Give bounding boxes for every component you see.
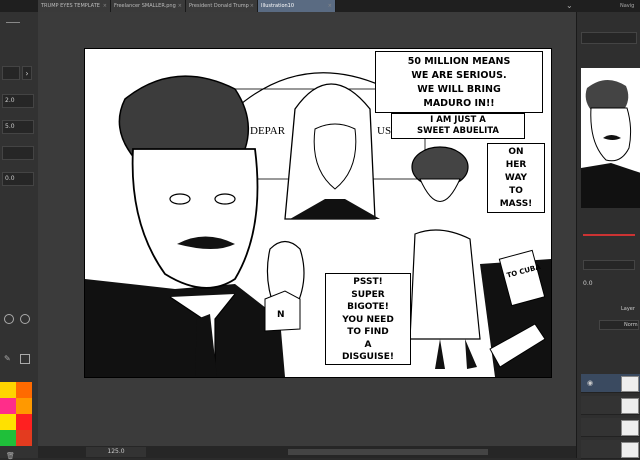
- layer-row-3[interactable]: [581, 418, 640, 437]
- close-icon[interactable]: ×: [250, 0, 254, 12]
- status-bar: 125.0: [38, 446, 576, 458]
- bubble-line: MASS!: [499, 199, 533, 209]
- right-panel: 0.0 Layer Norm ◉: [576, 12, 640, 459]
- bubble-line: WE WILL BRING: [417, 84, 501, 95]
- swatch-1[interactable]: [0, 382, 16, 398]
- opacity-slider[interactable]: [583, 260, 635, 270]
- close-icon[interactable]: ×: [103, 0, 107, 12]
- bubble-line: MADURO IN!!: [423, 98, 495, 109]
- tool-property-panel: › 2.0 5.0 0.0 ✎ 🗑: [0, 12, 39, 460]
- panel-title: Navig: [620, 3, 635, 9]
- bubble-line: BIGOTE!: [347, 302, 389, 312]
- tab-trump-eyes[interactable]: TRUMP EYES TEMPLATE ×: [38, 0, 111, 12]
- chevron-down-icon[interactable]: ⌄: [566, 1, 576, 11]
- tab-illustration10[interactable]: Illustration10 ×: [258, 0, 336, 12]
- layer-row-2[interactable]: [581, 396, 640, 415]
- tab-bar: TRUMP EYES TEMPLATE × Freelancer SMALLER.…: [0, 0, 640, 12]
- bubble-line: DISGUISE!: [341, 352, 395, 362]
- close-icon[interactable]: ×: [328, 0, 332, 12]
- bubble-line: SUPER: [351, 289, 385, 300]
- shirt-text: N: [277, 310, 285, 320]
- swatch-2[interactable]: [16, 382, 32, 398]
- layer-thumbnail: [621, 398, 639, 414]
- trash-icon[interactable]: 🗑: [6, 452, 15, 460]
- zoom-field[interactable]: 125.0: [86, 447, 146, 457]
- swatch-5[interactable]: [0, 414, 16, 430]
- blend-mode-select[interactable]: Norm: [599, 320, 639, 330]
- layer-thumbnail: [621, 376, 639, 392]
- chevron-right-icon[interactable]: ›: [22, 66, 32, 80]
- swatch-3[interactable]: [0, 398, 16, 414]
- field-value: 5.0: [5, 123, 15, 130]
- eye-icon[interactable]: ◉: [587, 379, 595, 387]
- bubble-line: A: [364, 339, 372, 350]
- clock-icon[interactable]: [4, 314, 14, 324]
- speech-bubble-2: I AM JUST A SWEET ABUELITA: [391, 113, 525, 139]
- brush-size-box[interactable]: [2, 66, 20, 80]
- artboard[interactable]: DEPAR US TO CUBA N 50 MILLION MEANS WE A…: [84, 48, 552, 378]
- layer-row-1[interactable]: ◉: [581, 374, 640, 393]
- bubble-line: YOU NEED: [342, 314, 394, 325]
- building-text-2: US: [377, 125, 391, 137]
- navigator-field[interactable]: [581, 32, 637, 44]
- bubble-line: WAY: [504, 173, 528, 183]
- bubble-line: HER: [505, 160, 527, 170]
- bubble-line: TO: [509, 186, 523, 196]
- property-field-1[interactable]: 2.0: [2, 94, 34, 108]
- zoom-value: 125.0: [107, 448, 125, 455]
- canvas-area: DEPAR US TO CUBA N 50 MILLION MEANS WE A…: [38, 12, 576, 446]
- bubble-line: 50 MILLION MEANS: [407, 56, 511, 67]
- divider: [6, 22, 20, 33]
- tab-label: Freelancer SMALLER.png: [114, 3, 176, 9]
- bubble-line: WE ARE SERIOUS.: [411, 70, 507, 81]
- bubble-line: I AM JUST A: [430, 115, 486, 125]
- bubble-line: PSST!: [353, 277, 383, 287]
- swatch-6[interactable]: [16, 414, 32, 430]
- wrench-icon[interactable]: ✎: [4, 354, 14, 364]
- navigator-thumbnail: [581, 68, 640, 208]
- speech-bubble-3: ON HER WAY TO MASS!: [487, 143, 545, 213]
- field-value: 2.0: [5, 97, 15, 104]
- opacity-value: 0.0: [583, 280, 593, 287]
- blend-mode-value: Norm: [624, 322, 638, 328]
- building-text: DEPAR: [250, 125, 286, 137]
- speech-bubble-1: 50 MILLION MEANS WE ARE SERIOUS. WE WILL…: [375, 51, 543, 113]
- tab-president[interactable]: President Donald Trump ×: [186, 0, 258, 12]
- field-value: 0.0: [5, 175, 15, 182]
- layer-row-4[interactable]: [581, 440, 640, 459]
- layer-thumbnail: [621, 442, 639, 458]
- swatch-7[interactable]: [0, 430, 16, 446]
- search-icon[interactable]: [20, 314, 30, 324]
- save-icon[interactable]: [20, 354, 30, 364]
- swatch-4[interactable]: [16, 398, 32, 414]
- property-dropdown[interactable]: [2, 146, 34, 160]
- color-indicator: [583, 234, 635, 236]
- property-field-2[interactable]: 5.0: [2, 120, 34, 134]
- tab-freelancer[interactable]: Freelancer SMALLER.png ×: [111, 0, 186, 12]
- bubble-line: ON: [508, 147, 524, 157]
- layer-tab[interactable]: Layer: [621, 306, 635, 312]
- tab-label: President Donald Trump: [189, 3, 249, 9]
- speech-bubble-4: PSST! SUPER BIGOTE! YOU NEED TO FIND A D…: [325, 273, 411, 365]
- tab-label: Illustration10: [261, 3, 295, 9]
- horizontal-scrollbar[interactable]: [288, 449, 488, 455]
- bubble-line: TO FIND: [347, 327, 389, 337]
- bubble-line: SWEET ABUELITA: [417, 126, 499, 136]
- navigator-preview[interactable]: [581, 68, 640, 208]
- tab-label: TRUMP EYES TEMPLATE: [41, 3, 100, 9]
- property-field-3[interactable]: 0.0: [2, 172, 34, 186]
- layer-thumbnail: [621, 420, 639, 436]
- close-icon[interactable]: ×: [178, 0, 182, 12]
- swatch-8[interactable]: [16, 430, 32, 446]
